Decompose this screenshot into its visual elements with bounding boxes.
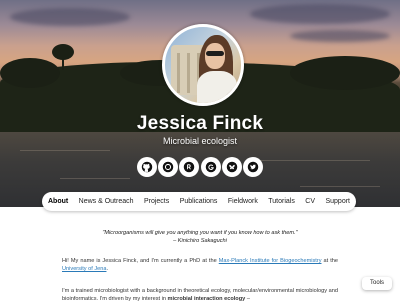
background-paragraph: I'm a trained microbiologist with a back… — [62, 287, 338, 303]
mpi-bgc-link[interactable]: Max-Planck Institute for Biogeochemistry — [219, 258, 322, 264]
intro-text: . — [106, 266, 109, 272]
tree-canopy — [290, 56, 400, 90]
tree-canopy — [0, 58, 60, 88]
palm-trunk — [62, 56, 64, 70]
orcid-icon — [162, 161, 174, 173]
nav-news-outreach[interactable]: News & Outreach — [79, 198, 134, 205]
nav-publications[interactable]: Publications — [180, 198, 218, 205]
avatar-face — [205, 43, 225, 69]
google-scholar-link[interactable] — [200, 157, 221, 177]
intro-text: Hi! My name is Jessica Finck, and I'm cu… — [62, 258, 217, 264]
profile-avatar — [162, 24, 244, 106]
nav-tutorials[interactable]: Tutorials — [268, 198, 295, 205]
cloud — [290, 30, 390, 42]
water-ripple — [20, 150, 110, 151]
nav-fieldwork[interactable]: Fieldwork — [228, 198, 258, 205]
avatar-sunglasses — [206, 51, 224, 56]
main-navigation: About News & Outreach Projects Publicati… — [42, 192, 356, 211]
water-ripple — [300, 186, 380, 187]
avatar-column — [187, 53, 190, 93]
twitter-bird-icon — [247, 161, 259, 173]
researchgate-icon — [184, 161, 195, 173]
orcid-link[interactable] — [158, 157, 179, 177]
uni-jena-link[interactable]: University of Jena — [62, 266, 106, 272]
avatar-shirt — [197, 71, 237, 103]
cloud — [10, 8, 130, 26]
google-scholar-icon — [205, 161, 216, 173]
github-icon — [141, 161, 153, 173]
twitter-link[interactable] — [242, 157, 263, 177]
bluesky-butterfly-icon — [226, 161, 237, 173]
tools-button[interactable]: Tools — [362, 277, 392, 290]
nav-support[interactable]: Support — [325, 198, 350, 205]
intro-paragraph: Hi! My name is Jessica Finck, and I'm cu… — [62, 257, 338, 273]
quote-author: – Kinichiro Sakaguchi — [173, 238, 227, 244]
water-ripple — [260, 160, 370, 161]
profile-subtitle: Microbial ecologist — [162, 136, 238, 146]
nav-projects[interactable]: Projects — [144, 198, 169, 205]
github-link[interactable] — [137, 157, 157, 177]
water-ripple — [60, 178, 130, 179]
profile-name: Jessica Finck — [136, 113, 264, 134]
background-text: – — [246, 296, 250, 302]
bluesky-link[interactable] — [221, 157, 242, 177]
cloud — [250, 4, 390, 24]
nav-about[interactable]: About — [48, 198, 68, 205]
research-interest: microbial interaction ecology — [167, 296, 246, 302]
intro-text: at the — [323, 258, 338, 264]
social-links — [137, 157, 263, 177]
quote-text: "Microorganisms will give you anything y… — [102, 230, 298, 236]
nav-cv[interactable]: CV — [305, 198, 315, 205]
avatar-column — [177, 53, 180, 93]
intro-quote: "Microorganisms will give you anything y… — [60, 229, 340, 245]
researchgate-link[interactable] — [179, 157, 200, 177]
